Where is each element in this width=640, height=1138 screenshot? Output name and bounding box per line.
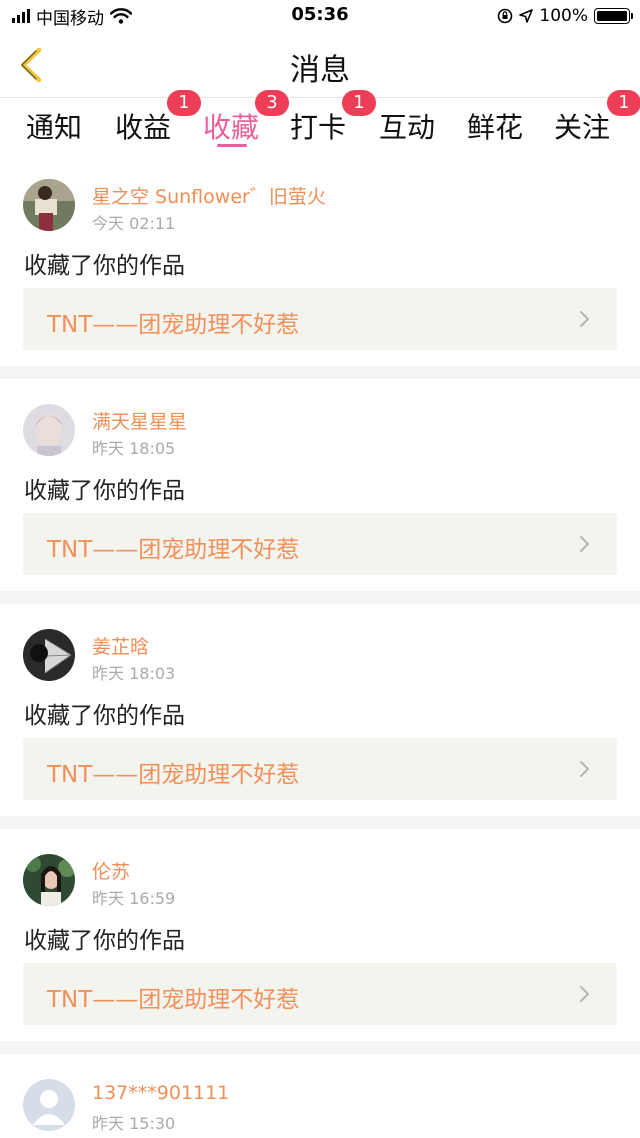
tab-earnings[interactable]: 收益 1	[115, 90, 203, 154]
battery-icon	[594, 8, 633, 24]
timestamp: 昨天 16:59	[92, 889, 176, 908]
unread-badge: 1	[607, 90, 640, 116]
work-title: TNT——团宠助理不好惹	[47, 312, 300, 338]
user-name[interactable]: 137***901111	[92, 1082, 229, 1104]
list-item: 伦苏 昨天 16:59 收藏了你的作品 TNT——团宠助理不好惹	[0, 829, 640, 1041]
user-name[interactable]: 满天星星星	[92, 407, 187, 434]
work-link[interactable]: TNT——团宠助理不好惹	[23, 288, 617, 350]
list-item: 满天星星星 昨天 18:05 收藏了你的作品 TNT——团宠助理不好惹	[0, 379, 640, 591]
chevron-right-icon	[580, 761, 589, 777]
location-icon	[519, 9, 534, 23]
tab-label: 收藏	[203, 111, 260, 144]
user-name[interactable]: 星之空 Sunflower゛旧萤火	[92, 182, 326, 209]
work-title: TNT——团宠助理不好惹	[47, 537, 300, 563]
unread-badge: 1	[167, 90, 201, 116]
default-avatar-icon[interactable]	[23, 1079, 75, 1131]
battery-percent: 100%	[539, 6, 588, 26]
action-text: 收藏了你的作品	[24, 478, 185, 504]
favorites-feed: 星之空 Sunflower゛旧萤火 今天 02:11 收藏了你的作品 TNT——…	[0, 154, 640, 1138]
unread-badge: 3	[255, 90, 289, 116]
chevron-right-icon	[580, 311, 589, 327]
work-link[interactable]: TNT——团宠助理不好惹	[23, 963, 617, 1025]
tab-favorites[interactable]: 收藏 3	[203, 90, 291, 154]
tab-interactions[interactable]: 互动	[379, 98, 467, 154]
work-title: TNT——团宠助理不好惹	[47, 987, 300, 1013]
avatar[interactable]	[23, 179, 75, 231]
tab-label: 互动	[379, 111, 436, 144]
chevron-right-icon	[580, 986, 589, 1002]
timestamp: 昨天 15:30	[92, 1114, 176, 1133]
work-link[interactable]: TNT——团宠助理不好惹	[23, 738, 617, 800]
tab-check-in[interactable]: 打卡 1	[290, 90, 378, 154]
tab-flowers[interactable]: 鲜花	[467, 98, 555, 154]
list-item: 姜芷晗 昨天 18:03 收藏了你的作品 TNT——团宠助理不好惹	[0, 604, 640, 816]
active-tab-indicator	[217, 144, 247, 147]
tab-follows[interactable]: 关注 1	[554, 90, 640, 154]
chevron-right-icon	[580, 536, 589, 552]
list-item: 星之空 Sunflower゛旧萤火 今天 02:11 收藏了你的作品 TNT——…	[0, 154, 640, 366]
tab-label: 通知	[26, 111, 83, 144]
action-text: 收藏了你的作品	[24, 703, 185, 729]
timestamp: 昨天 18:05	[92, 439, 176, 458]
action-text: 收藏了你的作品	[24, 928, 185, 954]
work-title: TNT——团宠助理不好惹	[47, 762, 300, 788]
tab-label: 打卡	[290, 111, 347, 144]
status-right: 100%	[497, 5, 633, 27]
user-name[interactable]: 姜芷晗	[92, 632, 149, 659]
tab-label: 关注	[554, 111, 611, 144]
list-item: 137***901111 昨天 15:30	[0, 1054, 640, 1138]
timestamp: 今天 02:11	[92, 214, 176, 233]
avatar[interactable]	[23, 629, 75, 681]
nav-header: 消息	[0, 32, 640, 98]
lock-rotation-icon	[498, 8, 513, 24]
timestamp: 昨天 18:03	[92, 664, 176, 683]
unread-badge: 1	[342, 90, 376, 116]
status-bar: 中国移动 05:36 100%	[0, 0, 640, 32]
avatar[interactable]	[23, 854, 75, 906]
user-name[interactable]: 伦苏	[92, 857, 130, 884]
work-link[interactable]: TNT——团宠助理不好惹	[23, 513, 617, 575]
tab-bar: 通知 收益 1 收藏 3 打卡 1 互动 鲜花 关注 1	[0, 90, 640, 154]
tab-notifications[interactable]: 通知	[26, 98, 114, 154]
avatar[interactable]	[23, 404, 75, 456]
tab-label: 收益	[115, 111, 172, 144]
tab-label: 鲜花	[467, 111, 524, 144]
page-title: 消息	[290, 53, 350, 88]
action-text: 收藏了你的作品	[24, 253, 185, 279]
